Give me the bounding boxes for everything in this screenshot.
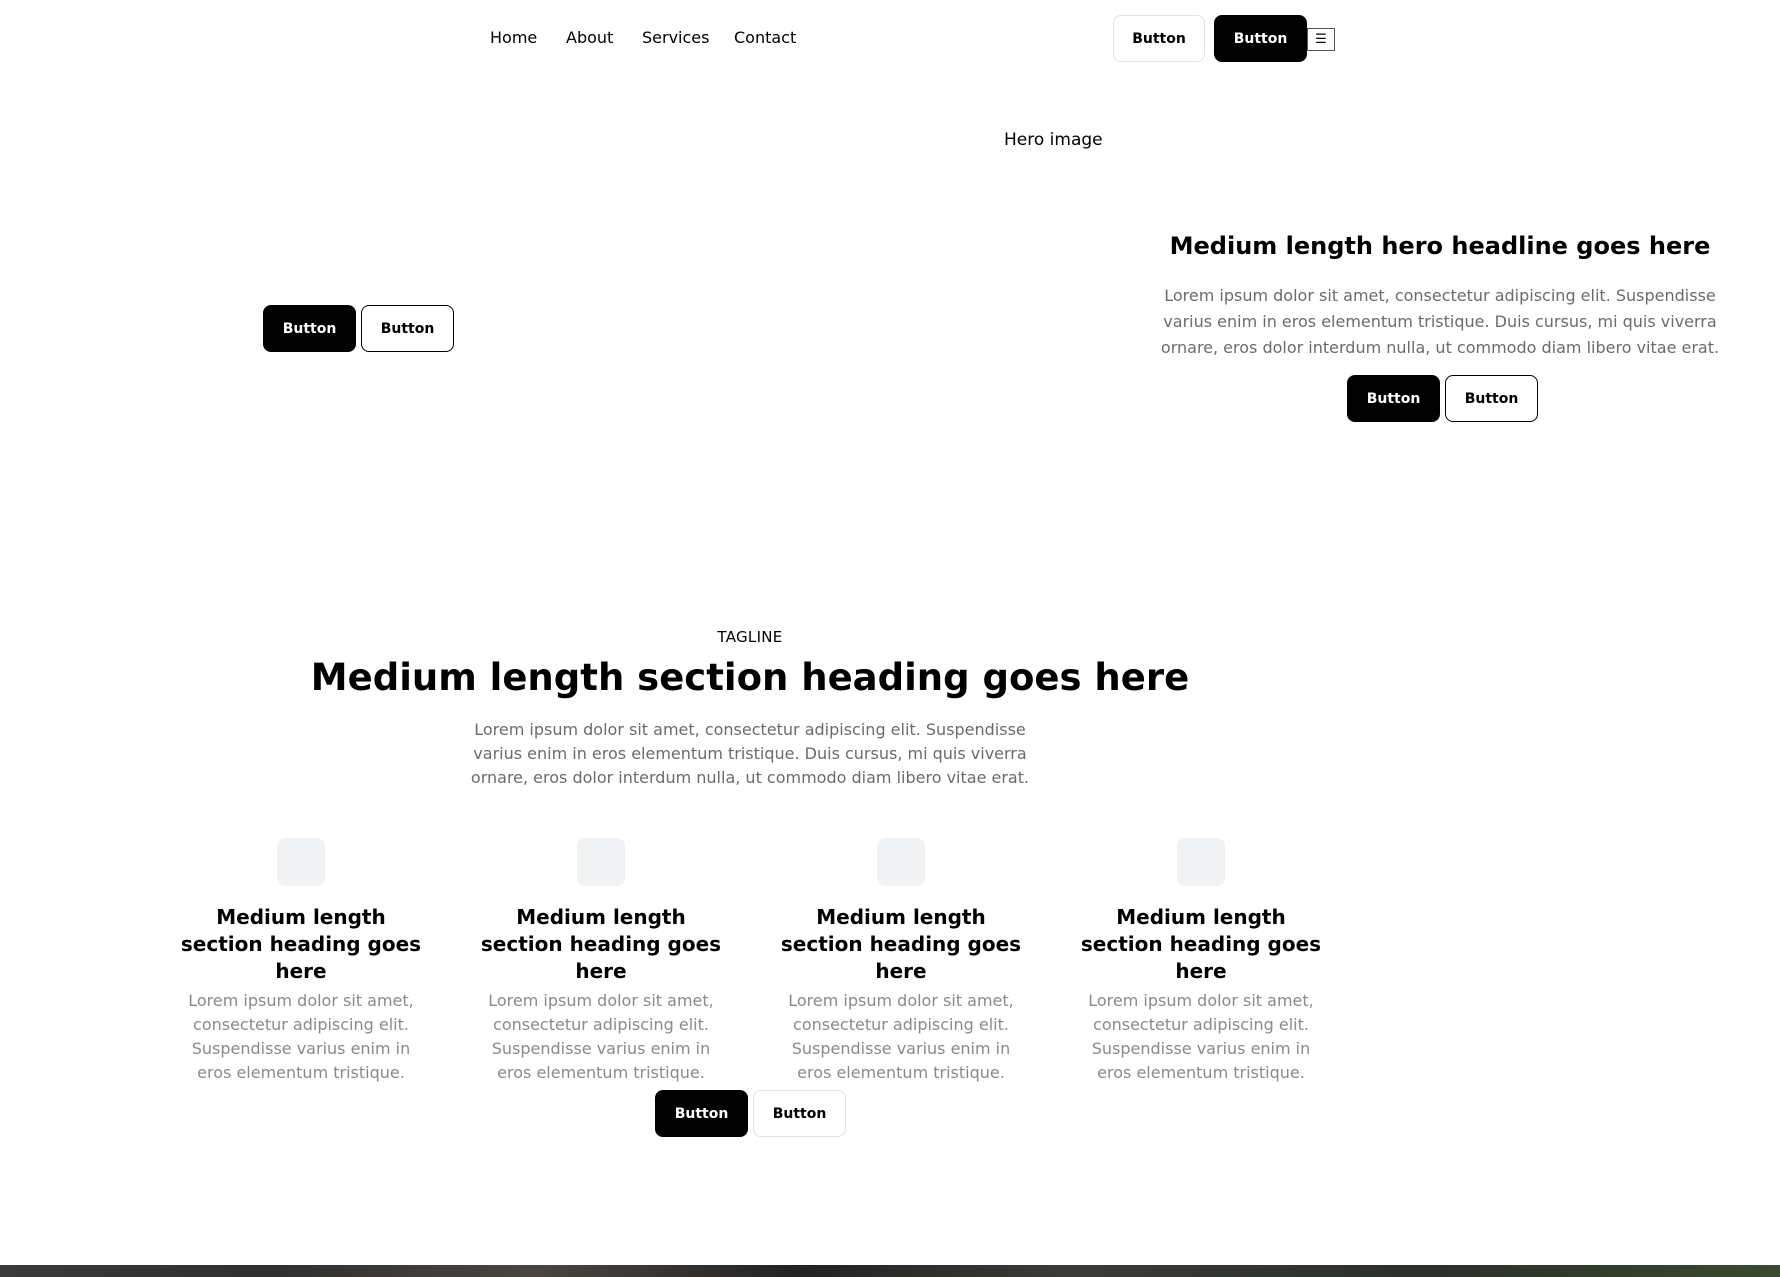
feature-description: Lorem ipsum dolor sit amet, consectetur … bbox=[1088, 991, 1314, 1082]
section-description: Lorem ipsum dolor sit amet, consectetur … bbox=[470, 720, 1030, 787]
hero-headline: Medium length hero headline goes here bbox=[1169, 232, 1711, 260]
hero-left-primary-button[interactable]: Button bbox=[263, 305, 356, 352]
nav-secondary-button[interactable]: Button bbox=[1113, 15, 1205, 62]
feature-placeholder-icon bbox=[1177, 838, 1225, 886]
feature-description: Lorem ipsum dolor sit amet, consectetur … bbox=[188, 991, 414, 1082]
feature-placeholder-icon bbox=[877, 838, 925, 886]
feature-placeholder-icon bbox=[277, 838, 325, 886]
feature-heading: Medium length section heading goes here bbox=[180, 905, 422, 983]
nav-link-home[interactable]: Home bbox=[490, 28, 537, 47]
nav-primary-button[interactable]: Button bbox=[1214, 15, 1307, 62]
feature-card: Medium length section heading goes here … bbox=[1076, 838, 1326, 1085]
hamburger-menu-icon[interactable]: ☰ bbox=[1307, 28, 1335, 51]
feature-card: Medium length section heading goes here … bbox=[176, 838, 426, 1085]
section-primary-button[interactable]: Button bbox=[655, 1090, 748, 1137]
nav-link-contact[interactable]: Contact bbox=[734, 28, 796, 47]
feature-heading: Medium length section heading goes here bbox=[1080, 905, 1322, 983]
feature-placeholder-icon bbox=[577, 838, 625, 886]
section-secondary-button[interactable]: Button bbox=[753, 1090, 846, 1137]
hero-image: Hero image bbox=[1000, 130, 1103, 150]
nav-link-services[interactable]: Services bbox=[642, 28, 709, 47]
section-tagline: TAGLINE bbox=[717, 628, 783, 646]
feature-description: Lorem ipsum dolor sit amet, consectetur … bbox=[788, 991, 1014, 1082]
feature-heading: Medium length section heading goes here bbox=[480, 905, 722, 983]
hero-description: Lorem ipsum dolor sit amet, consectetur … bbox=[1160, 286, 1720, 357]
feature-heading: Medium length section heading goes here bbox=[780, 905, 1022, 983]
feature-description: Lorem ipsum dolor sit amet, consectetur … bbox=[488, 991, 714, 1082]
feature-card: Medium length section heading goes here … bbox=[476, 838, 726, 1085]
next-section-image-edge bbox=[0, 1265, 1780, 1277]
nav-link-about[interactable]: About bbox=[566, 28, 613, 47]
hero-left-secondary-button[interactable]: Button bbox=[361, 305, 454, 352]
hero-image-alt-text: Hero image bbox=[1004, 130, 1103, 150]
feature-card: Medium length section heading goes here … bbox=[776, 838, 1026, 1085]
broken-image-icon bbox=[1000, 133, 1002, 147]
section-heading: Medium length section heading goes here bbox=[310, 656, 1190, 699]
hero-primary-button[interactable]: Button bbox=[1347, 375, 1440, 422]
hero-secondary-button[interactable]: Button bbox=[1445, 375, 1538, 422]
